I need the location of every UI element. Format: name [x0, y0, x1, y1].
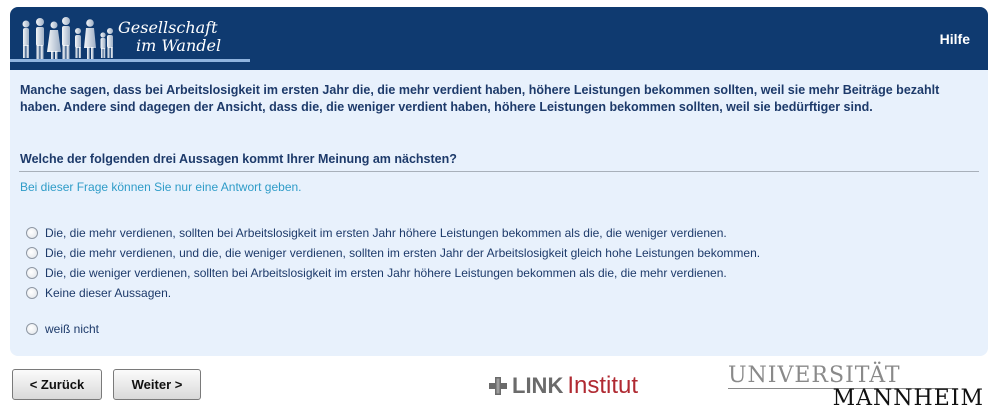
back-button[interactable]: < Zurück	[12, 369, 102, 400]
university-line2: MANNHEIM	[832, 386, 984, 407]
answer-option-3[interactable]: Die, die weniger verdienen, sollten bei …	[26, 263, 760, 283]
answer-option-2[interactable]: Die, die mehr verdienen, und die, die we…	[26, 243, 760, 263]
question-panel: Manche sagen, dass bei Arbeitslosigkeit …	[10, 70, 988, 356]
answer-hint: Bei dieser Frage können Sie nur eine Ant…	[20, 180, 302, 194]
next-button[interactable]: Weiter >	[113, 369, 201, 400]
link-cross-icon	[489, 377, 507, 395]
link-word: LINK	[512, 373, 564, 398]
university-mannheim-logo: UNIVERSITÄT MANNHEIM	[728, 363, 986, 407]
radio-button[interactable]	[26, 323, 38, 335]
radio-button[interactable]	[26, 287, 38, 299]
radio-button[interactable]	[26, 267, 38, 279]
answer-options: Die, die mehr verdienen, sollten bei Arb…	[26, 223, 760, 339]
answer-option-4[interactable]: Keine dieser Aussagen.	[26, 283, 760, 303]
answer-option-1[interactable]: Die, die mehr verdienen, sollten bei Arb…	[26, 223, 760, 243]
link-institut-logo: LINK Institut	[488, 372, 638, 400]
answer-option-label: Die, die weniger verdienen, sollten bei …	[45, 266, 727, 280]
logo-line1: Gesellschaft	[118, 18, 218, 37]
help-link[interactable]: Hilfe	[940, 31, 970, 47]
radio-button[interactable]	[26, 227, 38, 239]
question-intro-text: Manche sagen, dass bei Arbeitslosigkeit …	[20, 83, 940, 114]
university-line1: UNIVERSITÄT	[728, 363, 901, 388]
logo-text: Gesellschaft im Wandel	[118, 19, 221, 55]
logo-line2: im Wandel	[136, 36, 222, 55]
answer-option-label: Die, die mehr verdienen, sollten bei Arb…	[45, 226, 727, 240]
link-institut-word: Institut	[567, 372, 639, 399]
radio-button[interactable]	[26, 247, 38, 259]
answer-option-label: Die, die mehr verdienen, und die, die we…	[45, 246, 761, 260]
answer-option-label: Keine dieser Aussagen.	[45, 286, 172, 300]
answer-option-dont-know[interactable]: weiß nicht	[26, 319, 760, 339]
divider	[19, 171, 979, 172]
answer-option-label: weiß nicht	[45, 322, 100, 336]
header-bar: Gesellschaft im Wandel Hilfe	[10, 7, 988, 70]
question-text: Welche der folgenden drei Aussagen kommt…	[20, 152, 457, 166]
